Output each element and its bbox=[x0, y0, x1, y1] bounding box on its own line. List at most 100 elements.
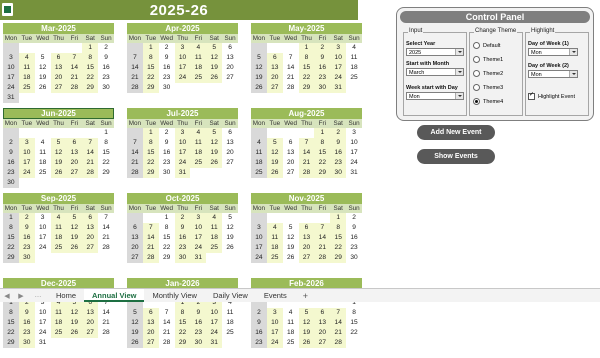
day-cell[interactable]: 11 bbox=[18, 63, 35, 73]
day-cell[interactable]: 5 bbox=[266, 138, 283, 148]
day-cell[interactable]: 11 bbox=[222, 308, 238, 318]
day-cell[interactable]: 23 bbox=[3, 168, 19, 178]
day-cell[interactable]: 22 bbox=[3, 328, 19, 338]
day2-dropdown[interactable]: Mon bbox=[528, 70, 578, 78]
day-cell[interactable]: 28 bbox=[298, 168, 315, 178]
day-cell[interactable]: 21 bbox=[82, 158, 99, 168]
chevron-down-icon[interactable] bbox=[455, 93, 463, 99]
day-cell[interactable]: 16 bbox=[98, 63, 114, 73]
month-title[interactable]: Oct-2025 bbox=[127, 193, 238, 204]
day-cell[interactable]: 10 bbox=[174, 53, 191, 63]
day-cell[interactable]: 27 bbox=[66, 168, 83, 178]
day-cell[interactable]: 17 bbox=[330, 63, 347, 73]
day-cell[interactable]: 8 bbox=[314, 138, 331, 148]
day-cell[interactable]: 24 bbox=[18, 168, 35, 178]
day-cell[interactable]: 8 bbox=[174, 308, 191, 318]
day-cell[interactable]: 14 bbox=[298, 148, 315, 158]
day-cell[interactable]: 30 bbox=[159, 168, 175, 178]
more-tabs-icon[interactable]: … bbox=[28, 292, 48, 299]
day-cell[interactable]: 14 bbox=[142, 233, 159, 243]
day-cell[interactable]: 20 bbox=[50, 73, 67, 83]
day-cell[interactable]: 20 bbox=[283, 158, 299, 168]
day-cell[interactable]: 2 bbox=[3, 138, 19, 148]
day-cell[interactable]: 26 bbox=[206, 73, 223, 83]
month-title[interactable]: Nov-2025 bbox=[251, 193, 362, 204]
day-cell[interactable]: 5 bbox=[35, 53, 51, 63]
day-cell[interactable]: 16 bbox=[3, 158, 19, 168]
day-cell[interactable]: 18 bbox=[206, 233, 223, 243]
day-cell[interactable]: 21 bbox=[98, 233, 114, 243]
day-cell[interactable]: 14 bbox=[127, 148, 143, 158]
month-title[interactable]: Mar-2025 bbox=[3, 23, 114, 34]
day-cell[interactable]: 25 bbox=[283, 338, 299, 348]
day-cell[interactable]: 4 bbox=[50, 213, 67, 223]
day-cell[interactable]: 9 bbox=[18, 308, 35, 318]
day-cell[interactable]: 3 bbox=[18, 138, 35, 148]
day-cell[interactable]: 3 bbox=[330, 43, 347, 53]
day-cell[interactable]: 9 bbox=[314, 53, 331, 63]
day-cell[interactable]: 20 bbox=[314, 328, 331, 338]
radio-icon[interactable] bbox=[473, 84, 480, 91]
day-cell[interactable]: 13 bbox=[298, 233, 315, 243]
radio-selected-icon[interactable] bbox=[473, 98, 480, 105]
chevron-down-icon[interactable] bbox=[455, 49, 463, 55]
day-cell[interactable]: 16 bbox=[18, 318, 35, 328]
day-cell[interactable]: 11 bbox=[50, 223, 67, 233]
day-cell[interactable]: 11 bbox=[190, 53, 207, 63]
tab-events[interactable]: Events bbox=[256, 289, 295, 302]
day-cell[interactable]: 12 bbox=[206, 53, 223, 63]
day-cell[interactable]: 13 bbox=[50, 63, 67, 73]
day-cell[interactable]: 10 bbox=[251, 233, 267, 243]
day-cell[interactable]: 14 bbox=[159, 318, 175, 328]
day-cell[interactable]: 11 bbox=[251, 148, 267, 158]
day-cell[interactable]: 11 bbox=[190, 138, 207, 148]
day-cell[interactable]: 2 bbox=[251, 308, 267, 318]
day-cell[interactable]: 8 bbox=[159, 223, 175, 233]
day-cell[interactable]: 18 bbox=[18, 73, 35, 83]
day-cell[interactable]: 8 bbox=[98, 138, 114, 148]
day-cell[interactable]: 13 bbox=[142, 318, 159, 328]
day-cell[interactable]: 12 bbox=[251, 63, 267, 73]
day-cell[interactable]: 12 bbox=[266, 148, 283, 158]
day-cell[interactable]: 31 bbox=[174, 168, 191, 178]
day-cell[interactable]: 23 bbox=[18, 243, 35, 253]
day-cell[interactable]: 22 bbox=[314, 158, 331, 168]
day-cell[interactable]: 24 bbox=[266, 338, 283, 348]
day-cell[interactable]: 1 bbox=[159, 213, 175, 223]
day-cell[interactable]: 2 bbox=[346, 213, 362, 223]
day-cell[interactable]: 9 bbox=[159, 53, 175, 63]
day-cell[interactable]: 2 bbox=[159, 128, 175, 138]
day-cell[interactable]: 10 bbox=[330, 53, 347, 63]
show-events-button[interactable]: Show Events bbox=[417, 149, 495, 164]
day-cell[interactable]: 9 bbox=[159, 138, 175, 148]
day-cell[interactable]: 12 bbox=[283, 233, 299, 243]
day-cell[interactable]: 16 bbox=[346, 233, 362, 243]
day-cell[interactable]: 24 bbox=[346, 158, 362, 168]
day-cell[interactable]: 12 bbox=[206, 138, 223, 148]
day-cell[interactable]: 28 bbox=[127, 83, 143, 93]
day-cell[interactable]: 22 bbox=[346, 328, 362, 338]
day-cell[interactable]: 18 bbox=[50, 233, 67, 243]
chevron-left-icon[interactable]: ◀ bbox=[0, 292, 14, 300]
day-cell[interactable]: 3 bbox=[174, 128, 191, 138]
day-cell[interactable]: 29 bbox=[98, 168, 114, 178]
day-cell[interactable]: 23 bbox=[190, 328, 207, 338]
day-cell[interactable]: 22 bbox=[142, 158, 159, 168]
day-cell[interactable]: 19 bbox=[127, 328, 143, 338]
day-cell[interactable]: 1 bbox=[314, 128, 331, 138]
day-cell[interactable]: 4 bbox=[190, 128, 207, 138]
day-cell[interactable]: 8 bbox=[330, 223, 347, 233]
day-cell[interactable]: 30 bbox=[190, 338, 207, 348]
highlight-event-checkbox[interactable]: Highlight Event bbox=[528, 91, 575, 100]
theme-radio-1[interactable]: Theme1 bbox=[473, 56, 503, 63]
day-cell[interactable]: 19 bbox=[206, 63, 223, 73]
day-cell[interactable]: 28 bbox=[98, 243, 114, 253]
radio-icon[interactable] bbox=[473, 56, 480, 63]
day-cell[interactable]: 28 bbox=[142, 253, 159, 263]
month-title[interactable]: Sep-2025 bbox=[3, 193, 114, 204]
day-cell[interactable]: 17 bbox=[174, 148, 191, 158]
day-cell[interactable]: 21 bbox=[127, 73, 143, 83]
day-cell[interactable]: 8 bbox=[142, 138, 159, 148]
day-cell[interactable]: 17 bbox=[190, 233, 207, 243]
day-cell[interactable]: 27 bbox=[222, 73, 238, 83]
